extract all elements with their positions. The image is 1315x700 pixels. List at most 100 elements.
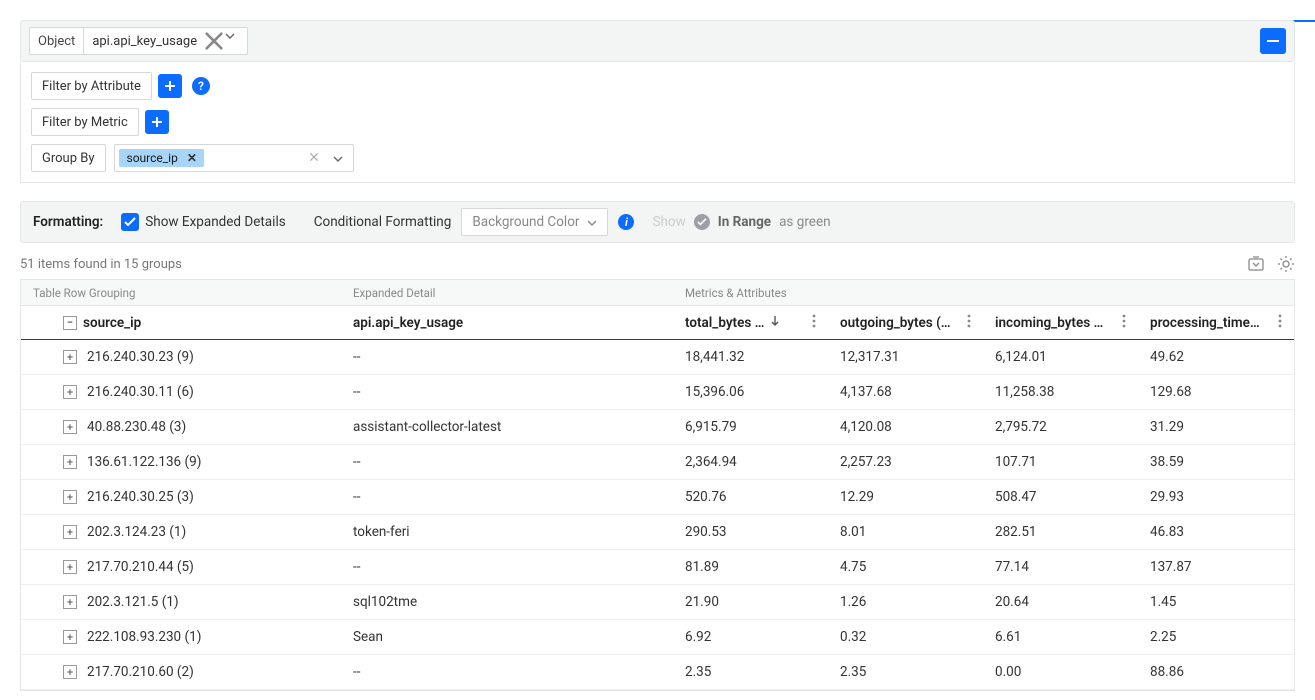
chip-remove-icon[interactable]: ✕	[184, 151, 200, 165]
row-outgoing-bytes: 4,120.08	[828, 410, 983, 444]
expand-row-icon[interactable]: +	[63, 665, 77, 679]
group-by-clear-icon[interactable]	[305, 150, 323, 166]
row-incoming-bytes: 20.64	[983, 585, 1138, 619]
filters-panel: Filter by Attribute ? Filter by Metric G…	[20, 62, 1295, 183]
group-by-input[interactable]: source_ip ✕	[114, 144, 354, 172]
table-row[interactable]: + 217.70.210.44 (5) -- 81.89 4.75 77.14 …	[21, 550, 1294, 585]
row-processing-time: 49.62	[1138, 340, 1294, 374]
col-header-group[interactable]: − source_ip	[21, 306, 341, 339]
object-value: api.api_key_usage	[83, 28, 203, 54]
export-icon[interactable]	[1247, 255, 1265, 273]
col-header-incoming-bytes[interactable]: incoming_bytes …	[983, 306, 1138, 339]
info-icon[interactable]: i	[618, 214, 634, 230]
gear-icon[interactable]	[1277, 255, 1295, 273]
row-group-label: 222.108.93.230 (1)	[87, 629, 201, 645]
row-total-bytes: 290.53	[673, 515, 828, 549]
col-menu-icon[interactable]	[967, 314, 971, 332]
row-group-label: 216.240.30.23 (9)	[87, 349, 194, 365]
filter-by-metric-button[interactable]: Filter by Metric	[31, 108, 139, 136]
expand-row-icon[interactable]: +	[63, 455, 77, 469]
table-row[interactable]: + 216.240.30.23 (9) -- 18,441.32 12,317.…	[21, 340, 1294, 375]
collapse-panel-button[interactable]	[1260, 28, 1286, 54]
row-processing-time: 129.68	[1138, 375, 1294, 409]
row-outgoing-bytes: 4.75	[828, 550, 983, 584]
row-total-bytes: 21.90	[673, 585, 828, 619]
group-by-chip: source_ip ✕	[119, 149, 204, 167]
expand-row-icon[interactable]: +	[63, 525, 77, 539]
row-processing-time: 38.59	[1138, 445, 1294, 479]
as-green-label: as green	[779, 214, 830, 230]
row-processing-time: 88.86	[1138, 655, 1294, 689]
table-row[interactable]: + 40.88.230.48 (3) assistant-collector-l…	[21, 410, 1294, 445]
conditional-formatting-label: Conditional Formatting	[314, 214, 452, 230]
row-total-bytes: 15,396.06	[673, 375, 828, 409]
table-row[interactable]: + 222.108.93.230 (1) Sean 6.92 0.32 6.61…	[21, 620, 1294, 655]
col-menu-icon[interactable]	[1122, 314, 1126, 332]
row-detail: --	[341, 655, 673, 689]
col-header-m2-label: outgoing_bytes (…	[840, 315, 951, 331]
row-incoming-bytes: 11,258.38	[983, 375, 1138, 409]
row-incoming-bytes: 508.47	[983, 480, 1138, 514]
col-menu-icon[interactable]	[1278, 314, 1282, 332]
group-by-label: Group By	[31, 144, 106, 172]
table-row[interactable]: + 136.61.122.136 (9) -- 2,364.94 2,257.2…	[21, 445, 1294, 480]
row-processing-time: 46.83	[1138, 515, 1294, 549]
filter-by-attribute-button[interactable]: Filter by Attribute	[31, 72, 152, 100]
conditional-formatting-select[interactable]: Background Color	[461, 208, 608, 236]
row-total-bytes: 18,441.32	[673, 340, 828, 374]
row-outgoing-bytes: 12,317.31	[828, 340, 983, 374]
object-selector-bar: Object api.api_key_usage	[20, 20, 1295, 62]
results-table: Table Row Grouping Expanded Detail Metri…	[20, 279, 1295, 691]
row-group-label: 136.61.122.136 (9)	[87, 454, 201, 470]
col-header-outgoing-bytes[interactable]: outgoing_bytes (…	[828, 306, 983, 339]
row-outgoing-bytes: 2,257.23	[828, 445, 983, 479]
table-row[interactable]: + 216.240.30.11 (6) -- 15,396.06 4,137.6…	[21, 375, 1294, 410]
col-header-total-bytes[interactable]: total_bytes …	[673, 306, 828, 339]
sort-desc-icon[interactable]	[770, 315, 780, 331]
row-group-label: 202.3.124.23 (1)	[87, 524, 186, 540]
row-detail: --	[341, 550, 673, 584]
row-detail: --	[341, 480, 673, 514]
expand-row-icon[interactable]: +	[63, 630, 77, 644]
table-row[interactable]: + 217.70.210.60 (2) -- 2.35 2.35 0.00 88…	[21, 655, 1294, 690]
in-range-label: In Range	[718, 214, 771, 230]
add-metric-filter-button[interactable]	[145, 110, 169, 134]
expand-row-icon[interactable]: +	[63, 350, 77, 364]
col-header-processing-time[interactable]: processing_time…	[1138, 306, 1294, 339]
expand-row-icon[interactable]: +	[63, 560, 77, 574]
chevron-down-icon[interactable]	[225, 28, 247, 54]
object-combobox[interactable]: Object api.api_key_usage	[29, 27, 248, 55]
collapse-all-icon[interactable]: −	[63, 316, 77, 330]
expand-row-icon[interactable]: +	[63, 595, 77, 609]
show-expanded-checkbox[interactable]	[121, 213, 139, 231]
row-total-bytes: 2.35	[673, 655, 828, 689]
row-incoming-bytes: 6,124.01	[983, 340, 1138, 374]
object-clear-icon[interactable]	[203, 28, 225, 54]
row-total-bytes: 6,915.79	[673, 410, 828, 444]
help-icon[interactable]: ?	[192, 77, 210, 95]
row-detail: sql102tme	[341, 585, 673, 619]
expand-row-icon[interactable]: +	[63, 490, 77, 504]
row-processing-time: 137.87	[1138, 550, 1294, 584]
row-incoming-bytes: 77.14	[983, 550, 1138, 584]
in-range-check-icon	[694, 214, 710, 230]
col-menu-icon[interactable]	[812, 314, 816, 332]
col-header-detail[interactable]: api.api_key_usage	[341, 306, 673, 339]
row-incoming-bytes: 107.71	[983, 445, 1138, 479]
formatting-label: Formatting:	[33, 214, 103, 230]
table-row[interactable]: + 202.3.121.5 (1) sql102tme 21.90 1.26 2…	[21, 585, 1294, 620]
row-group-label: 216.240.30.11 (6)	[87, 384, 194, 400]
add-attribute-filter-button[interactable]	[158, 74, 182, 98]
expand-row-icon[interactable]: +	[63, 420, 77, 434]
row-detail: token-feri	[341, 515, 673, 549]
col-header-m1-label: total_bytes …	[685, 315, 764, 331]
conditional-formatting-placeholder: Background Color	[472, 214, 579, 230]
row-detail: assistant-collector-latest	[341, 410, 673, 444]
items-found-label: 51 items found in 15 groups	[20, 257, 182, 272]
formatting-bar: Formatting: Show Expanded Details Condit…	[20, 201, 1295, 243]
row-detail: --	[341, 375, 673, 409]
chevron-down-icon[interactable]	[327, 150, 349, 166]
table-row[interactable]: + 202.3.124.23 (1) token-feri 290.53 8.0…	[21, 515, 1294, 550]
expand-row-icon[interactable]: +	[63, 385, 77, 399]
table-row[interactable]: + 216.240.30.25 (3) -- 520.76 12.29 508.…	[21, 480, 1294, 515]
